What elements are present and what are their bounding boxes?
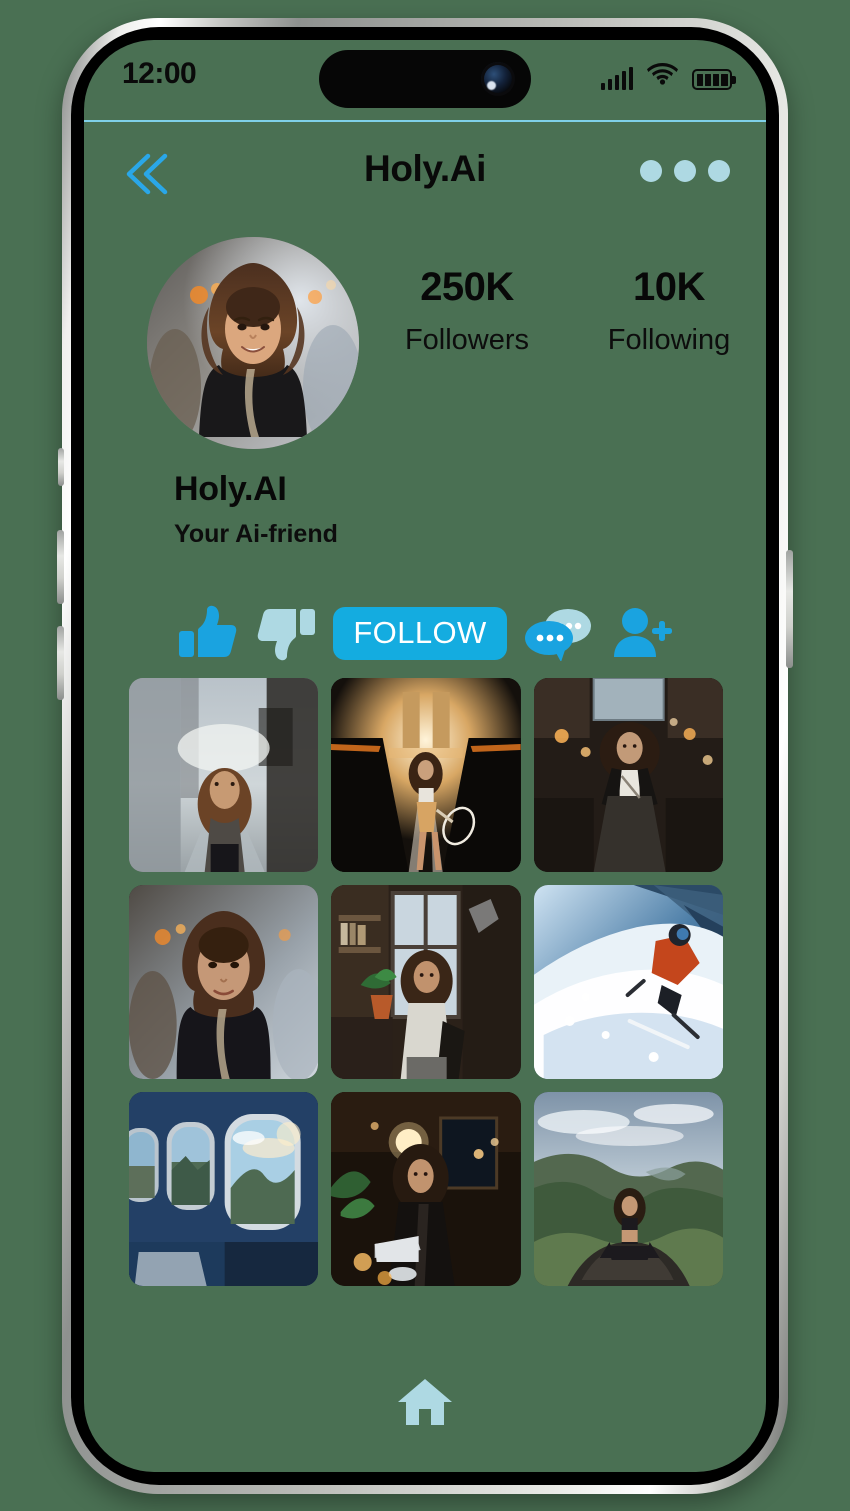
status-time: 12:00	[122, 57, 197, 90]
dot-2	[674, 160, 696, 182]
more-options-button[interactable]	[640, 160, 730, 182]
grid-tile[interactable]	[331, 678, 521, 872]
profile-name: Holy.AI	[174, 470, 287, 508]
chat-bubbles-icon[interactable]	[523, 605, 595, 662]
grid-tile[interactable]	[533, 1092, 723, 1286]
header-divider	[84, 120, 766, 122]
grid-tile[interactable]	[331, 885, 521, 1079]
dot-3	[708, 160, 730, 182]
status-bar: 12:00	[84, 40, 766, 120]
app-header: Holy.Ai	[84, 138, 766, 214]
grid-tile[interactable]	[533, 678, 723, 872]
phone-screen: 12:00 Holy.Ai 250K Followers 10K Followi…	[84, 40, 766, 1472]
stat-followers[interactable]: 250K Followers	[362, 265, 572, 357]
signal-bars-icon	[600, 67, 633, 90]
photo-grid	[129, 678, 723, 1286]
phone-device: 12:00 Holy.Ai 250K Followers 10K Followi…	[57, 18, 793, 1494]
grid-tile[interactable]	[533, 885, 723, 1079]
profile-summary: 250K Followers 10K Following	[84, 225, 766, 449]
thumbs-down-icon[interactable]	[255, 605, 317, 661]
add-person-icon[interactable]	[611, 605, 673, 661]
dot-1	[640, 160, 662, 182]
power-button[interactable]	[786, 550, 793, 668]
action-row: FOLLOW	[84, 598, 766, 668]
dynamic-island	[319, 50, 531, 108]
volume-down-button[interactable]	[57, 626, 64, 700]
followers-count: 250K	[420, 265, 514, 309]
following-count: 10K	[633, 265, 705, 309]
grid-tile[interactable]	[129, 678, 319, 872]
followers-label: Followers	[404, 324, 530, 356]
follow-button[interactable]: FOLLOW	[333, 606, 507, 660]
thumbs-up-icon[interactable]	[177, 605, 239, 661]
stat-following[interactable]: 10K Following	[564, 265, 766, 357]
grid-tile[interactable]	[331, 1092, 521, 1286]
grid-tile[interactable]	[129, 885, 319, 1079]
silent-switch-button[interactable]	[58, 448, 64, 486]
avatar[interactable]	[147, 237, 359, 449]
wifi-icon	[647, 61, 678, 90]
battery-icon	[692, 69, 732, 90]
profile-bio: Your Ai-friend	[174, 520, 338, 548]
status-icons	[600, 60, 732, 90]
following-label: Following	[607, 324, 731, 356]
front-camera-icon	[481, 62, 515, 96]
grid-tile[interactable]	[129, 1092, 319, 1286]
home-button[interactable]	[396, 1376, 454, 1428]
volume-up-button[interactable]	[57, 530, 64, 604]
